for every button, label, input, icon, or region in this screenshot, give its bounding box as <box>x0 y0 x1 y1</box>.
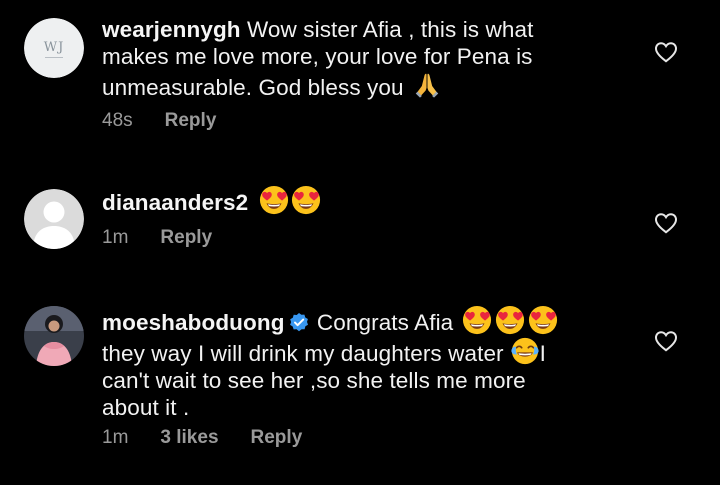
heart-eyes-emoji <box>462 305 492 335</box>
comment-text: dianaanders2 <box>102 185 582 216</box>
heart-eyes-emoji <box>291 185 321 215</box>
default-profile-avatar <box>24 189 84 249</box>
reply-button[interactable]: Reply <box>160 227 212 249</box>
reply-button[interactable]: Reply <box>251 427 303 449</box>
heart-eyes-emoji <box>528 305 558 335</box>
comment-meta: 1m 3 likes Reply <box>102 427 302 449</box>
likes-count[interactable]: 3 likes <box>160 427 218 449</box>
heart-icon[interactable] <box>654 41 678 63</box>
comment-username[interactable]: wearjennygh <box>102 17 241 42</box>
tears-of-joy-emoji <box>510 336 540 366</box>
comment-time: 48s <box>102 110 133 131</box>
wj-logo-avatar: WJ <box>24 18 84 78</box>
avatar-wearjennygh[interactable]: WJ <box>24 18 84 78</box>
comment-body-part1: Congrats Afia <box>316 310 454 335</box>
reply-button[interactable]: Reply <box>165 110 217 132</box>
avatar-moeshaboduong[interactable] <box>24 306 84 366</box>
heart-eyes-emoji <box>259 185 289 215</box>
heart-eyes-emoji <box>495 305 525 335</box>
folded-hands-emoji <box>412 70 442 100</box>
comment-text: wearjennygh Wow sister Afia , this is wh… <box>102 16 582 101</box>
comment-item: moeshaboduong Congrats Afia they way I w… <box>0 285 720 485</box>
comment-username[interactable]: moeshaboduong <box>102 310 285 335</box>
comment-item: WJ wearjennygh Wow sister Afia , this is… <box>0 0 720 165</box>
comment-time: 1m <box>102 227 129 248</box>
comment-username[interactable]: dianaanders2 <box>102 190 248 215</box>
comment-meta: 48s Reply <box>102 110 216 132</box>
profile-photo-avatar <box>24 306 84 366</box>
comment-body-part2: they way I will drink my daughters water <box>102 341 504 366</box>
heart-icon[interactable] <box>654 330 678 352</box>
avatar-logo-text: WJ <box>44 40 65 55</box>
comment-meta: 1m Reply <box>102 227 212 249</box>
comment-item: dianaanders2 1m Reply <box>0 165 720 285</box>
comment-text: moeshaboduong Congrats Afia they way I w… <box>102 305 582 421</box>
avatar-dianaanders2[interactable] <box>24 189 84 249</box>
verified-badge-icon <box>289 313 308 332</box>
heart-icon[interactable] <box>654 212 678 234</box>
comment-time: 1m <box>102 427 129 448</box>
